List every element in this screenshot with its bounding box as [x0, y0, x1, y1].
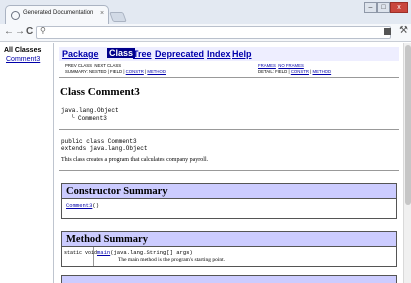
detail-prefix: DETAIL: FIELD | — [258, 69, 290, 74]
method-description: The main method is the program's startin… — [118, 257, 226, 263]
summary-prefix: SUMMARY: NESTED | FIELD | — [65, 69, 125, 74]
scrollbar-thumb[interactable] — [405, 45, 411, 205]
hierarchy-branch-icon: └ — [71, 114, 75, 121]
detail-constr-link[interactable]: CONSTR — [291, 69, 309, 74]
method-signature: main(java.lang.String[] args) — [97, 249, 193, 256]
method-summary-table: Method Summary static void main(java.lan… — [61, 231, 397, 267]
nav-index-link[interactable]: Index — [207, 49, 231, 59]
vertical-scrollbar[interactable] — [403, 43, 411, 283]
method-modifier: static void — [64, 250, 98, 256]
next-section-header-partial — [61, 275, 397, 283]
new-tab-button[interactable] — [109, 12, 127, 22]
constructor-signature: Comment3() — [66, 202, 99, 209]
maximize-button[interactable]: □ — [377, 2, 390, 13]
nav-tree-link[interactable]: Tree — [133, 49, 152, 59]
summary-method-link[interactable]: METHOD — [147, 69, 166, 74]
page-action-icon[interactable] — [384, 28, 391, 35]
prev-class-label: PREV CLASS — [65, 63, 92, 68]
constructor-link-comment3[interactable]: Comment3 — [66, 202, 92, 209]
summary-constr-link[interactable]: CONSTR — [126, 69, 144, 74]
class-declaration: public class Comment3 — [61, 138, 137, 145]
modifier-cell: static void — [62, 247, 98, 266]
frames-nav: FRAMES NO FRAMES — [258, 63, 304, 68]
divider — [59, 77, 399, 78]
nav-help-link[interactable]: Help — [232, 49, 252, 59]
page-icon — [11, 11, 20, 20]
all-classes-heading: All Classes — [4, 47, 42, 54]
back-icon[interactable]: ← — [4, 26, 14, 37]
method-link-main[interactable]: main — [97, 249, 110, 256]
search-icon: ⚲ — [40, 26, 46, 35]
minimize-button[interactable]: – — [364, 2, 377, 13]
detail-method-link[interactable]: METHOD — [313, 69, 332, 74]
summary-nav: SUMMARY: NESTED | FIELD | CONSTR | METHO… — [65, 69, 166, 74]
constructor-summary-heading: Constructor Summary — [62, 184, 396, 199]
class-extends: extends java.lang.Object — [61, 145, 148, 152]
constructor-params: () — [92, 202, 100, 209]
summary-sep: | — [145, 69, 147, 74]
method-summary-heading: Method Summary — [62, 232, 396, 247]
window-controls: – □ x — [364, 2, 408, 14]
no-frames-link[interactable]: NO FRAMES — [278, 63, 304, 68]
detail-sep: | — [310, 69, 312, 74]
table-row: static void main(java.lang.String[] args… — [62, 247, 396, 266]
class-list-frame: All Classes Comment3 — [0, 43, 54, 283]
tab-title: Generated Documentation — [23, 10, 94, 16]
next-class-label: NEXT CLASS — [94, 63, 122, 68]
frames-link[interactable]: FRAMES — [258, 63, 276, 68]
browser-tab[interactable]: Generated Documentation × — [5, 5, 109, 25]
method-params: (java.lang.String[] args) — [110, 249, 193, 256]
table-row: Comment3() — [62, 199, 396, 218]
close-window-button[interactable]: x — [390, 2, 408, 13]
forward-icon[interactable]: → — [15, 26, 25, 37]
close-tab-icon[interactable]: × — [100, 10, 104, 17]
class-doc-frame: Package Class Tree Deprecated Index Help… — [55, 43, 403, 283]
divider — [59, 170, 399, 171]
reload-icon[interactable]: C — [26, 26, 33, 37]
wrench-icon[interactable]: ⚒ — [399, 25, 408, 36]
hierarchy-root: java.lang.Object — [61, 107, 119, 114]
browser-toolbar: ← → C ⚲ ⚒ — [0, 24, 411, 42]
page-title: Class Comment3 — [60, 86, 140, 98]
address-bar[interactable]: ⚲ — [36, 26, 391, 39]
class-link-comment3[interactable]: Comment3 — [6, 56, 40, 63]
class-description: This class creates a program that calcul… — [61, 157, 209, 163]
top-navbar: Package Class Tree Deprecated Index Help — [59, 47, 399, 61]
nav-deprecated-link[interactable]: Deprecated — [155, 49, 204, 59]
divider — [59, 129, 399, 130]
constructor-summary-table: Constructor Summary Comment3() — [61, 183, 397, 219]
nav-class-current: Class — [107, 48, 136, 58]
prev-next-nav: PREV CLASS NEXT CLASS — [65, 63, 121, 68]
nav-package-link[interactable]: Package — [62, 49, 99, 59]
browser-titlebar: Generated Documentation × – □ x — [0, 0, 411, 25]
detail-nav: DETAIL: FIELD | CONSTR | METHOD — [258, 69, 331, 74]
hierarchy-child: Comment3 — [78, 115, 107, 122]
